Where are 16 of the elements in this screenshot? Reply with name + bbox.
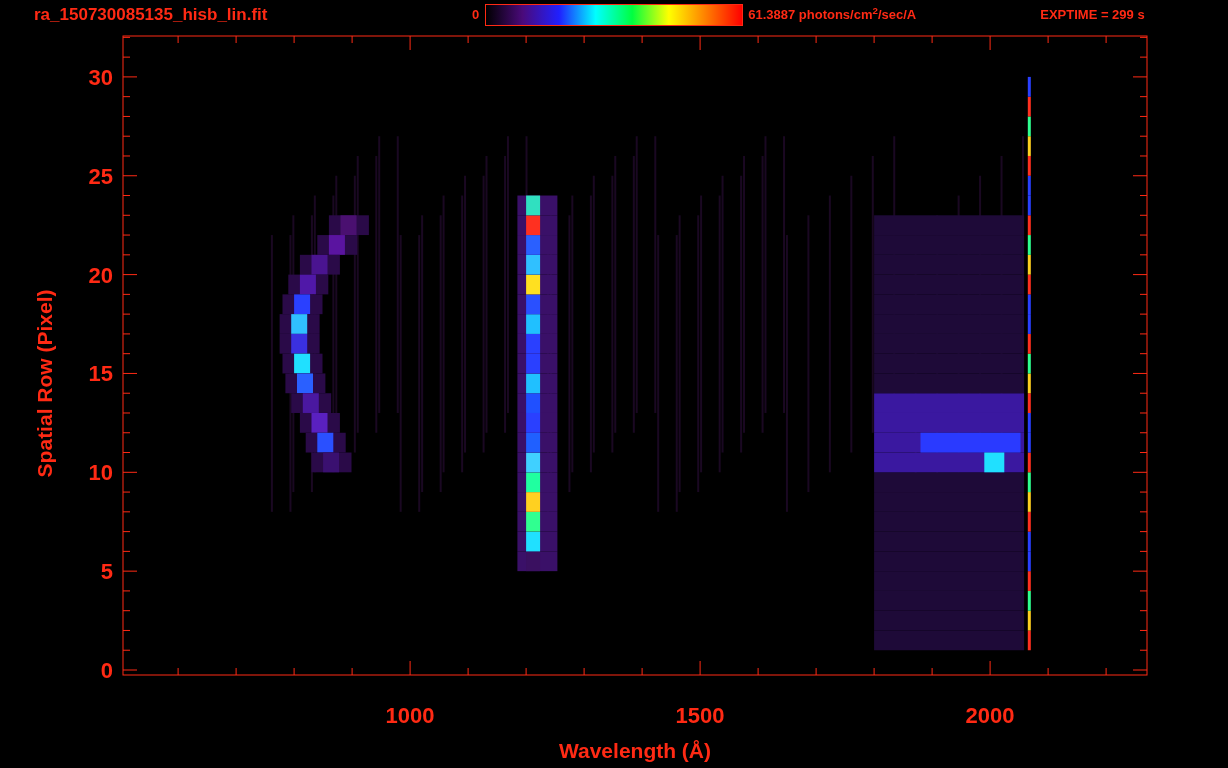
y-tick-label: 20: [88, 262, 113, 288]
colorbar-min: 0: [472, 6, 480, 25]
y-tick-label: 25: [88, 163, 113, 189]
exposure-time: EXPTIME = 299 s: [1040, 6, 1145, 25]
y-tick-label: 5: [100, 559, 113, 585]
x-tick-label: 2000: [965, 703, 1015, 728]
colorbar-max: 61.3887 photons/cm$^{2}$/sec/A: [748, 5, 918, 25]
y-tick-label: 15: [88, 361, 113, 387]
y-axis-label: Spatial Row (Pixel): [33, 289, 56, 478]
x-axis-label: Wavelength (Å): [558, 739, 712, 762]
x-tick-label: 1000: [385, 703, 435, 728]
y-tick-label: 0: [100, 658, 113, 683]
y-tick-label: 30: [88, 64, 113, 90]
x-tick-label: 1500: [675, 703, 725, 728]
y-tick-label: 10: [88, 460, 113, 486]
file-name: ra_150730085135_hisb_lin.fit: [34, 4, 269, 27]
